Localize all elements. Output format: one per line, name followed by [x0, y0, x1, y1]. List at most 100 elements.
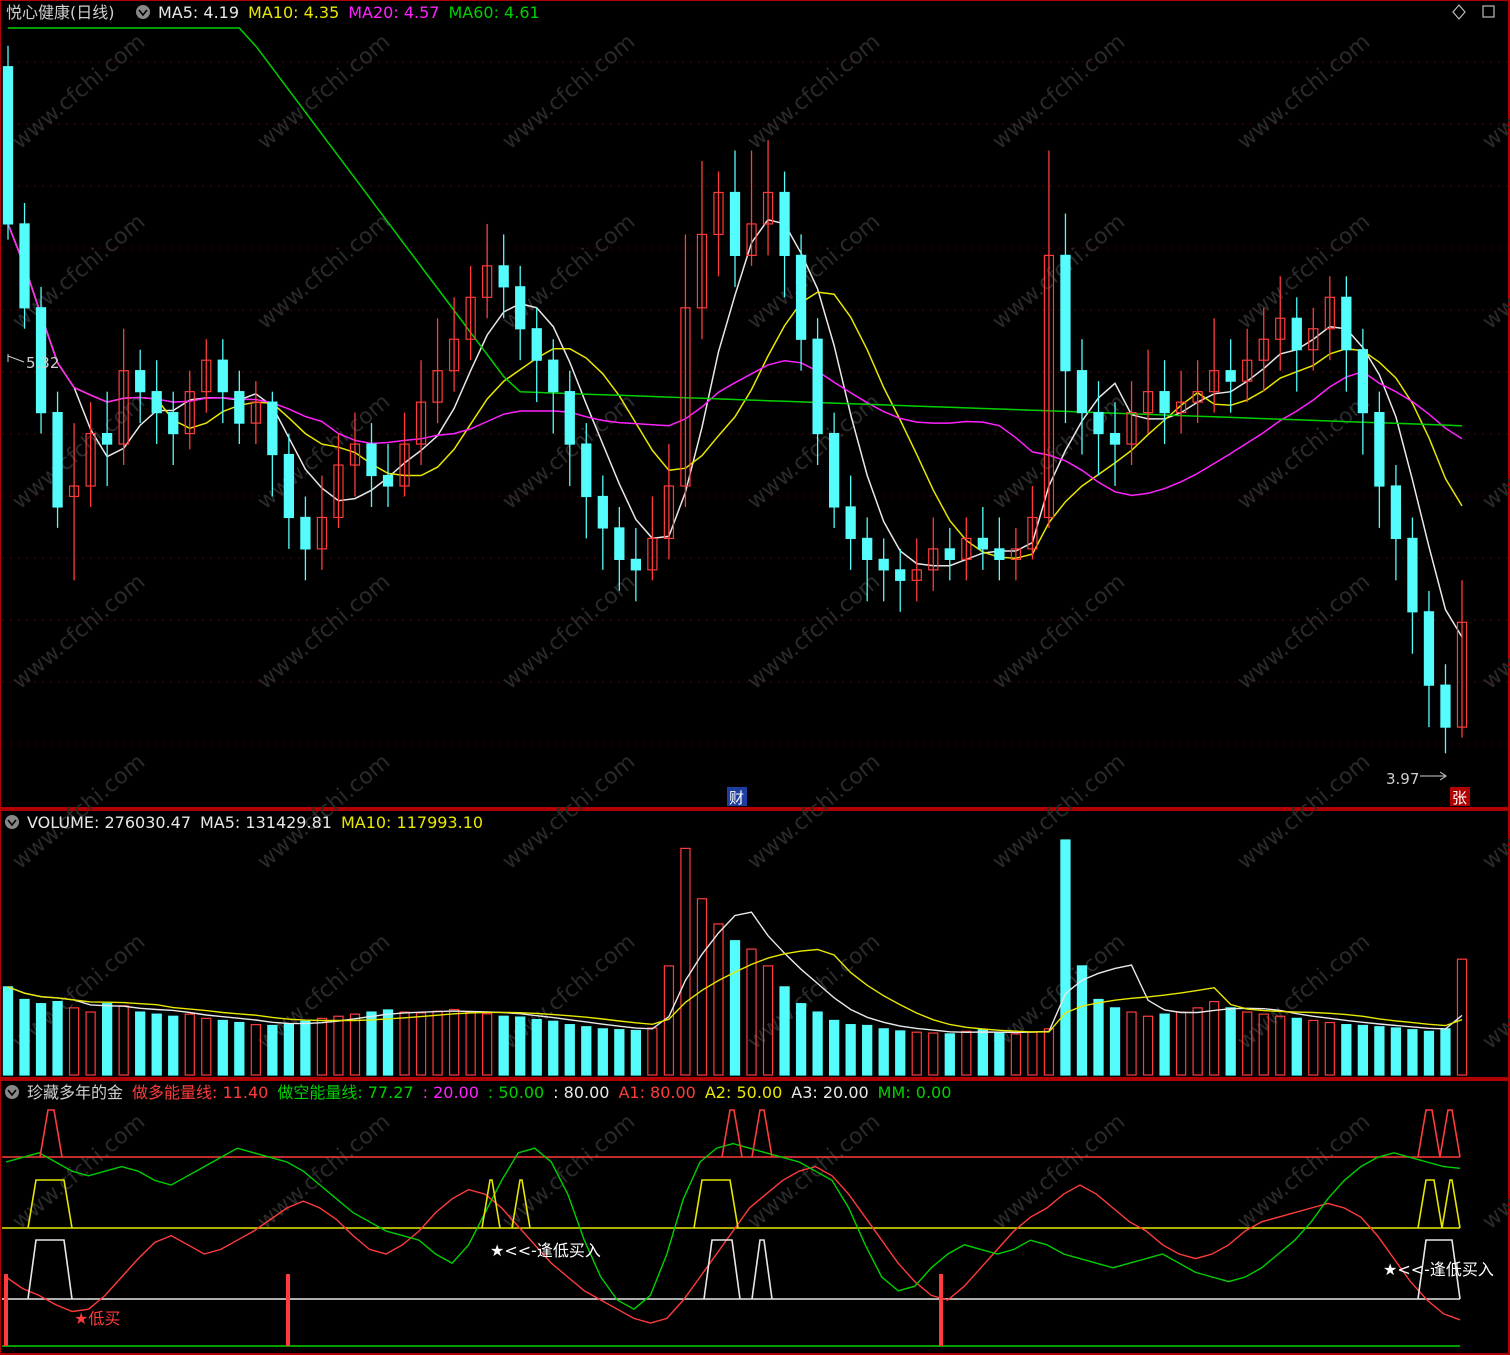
diamond-icon[interactable] — [1452, 4, 1466, 20]
watermark-text: www.cfchi.com — [743, 29, 885, 154]
stock-title: 悦心健康(日线) — [6, 3, 115, 22]
volume-toggle-icon[interactable] — [5, 815, 19, 829]
candle-body — [845, 506, 856, 540]
volume-bar — [961, 1030, 972, 1076]
watermark-text: www.cfchi.com — [1233, 569, 1375, 694]
candle-body — [1357, 349, 1369, 414]
watermark-text: www.cfchi.com — [253, 749, 395, 874]
volume-bar — [118, 1005, 129, 1076]
candle-body — [234, 391, 245, 424]
a3-signal — [703, 1239, 741, 1300]
mm-buy-bar — [4, 1274, 8, 1346]
a1-signal — [39, 1109, 63, 1158]
candle-body — [630, 558, 642, 571]
candle-body — [382, 474, 394, 487]
volume-bar — [1374, 1026, 1385, 1076]
legend-item-1: MA5: 131429.81 — [200, 813, 332, 832]
candle-body — [135, 370, 146, 393]
volume-bar — [168, 1015, 179, 1076]
volume-bar — [366, 1011, 377, 1076]
volume-bar — [1456, 958, 1468, 1076]
candle-body — [300, 516, 311, 550]
volume-bar — [300, 1020, 311, 1076]
watermark-text: www.cfchi.com — [253, 209, 395, 334]
volume-bar — [630, 1029, 642, 1076]
legend-item-0: MA5: 4.19 — [158, 3, 239, 22]
volume-bar — [1126, 1011, 1137, 1076]
indicator-legend: 珍藏多年的金 做多能量线: 11.40 做空能量线: 77.27: 20.00: 5… — [27, 1083, 951, 1102]
volume-bar — [201, 1017, 212, 1076]
volume-bar — [564, 1024, 575, 1076]
a3-signal — [27, 1239, 73, 1300]
volume-bar — [217, 1019, 228, 1076]
candle-body — [366, 443, 377, 477]
watermark-text: www.cfchi.com — [988, 749, 1130, 874]
candle-body — [895, 569, 906, 581]
volume-bar — [1142, 1015, 1154, 1076]
high-price-label: 5.32 — [26, 354, 59, 372]
low-buy-annotation: ★低买 — [74, 1309, 120, 1328]
legend-item-0: VOLUME: 276030.47 — [27, 813, 191, 832]
volume-bar — [548, 1020, 559, 1076]
square-icon[interactable] — [1482, 5, 1495, 18]
candle-body — [1407, 537, 1418, 613]
volume-bar — [1060, 839, 1071, 1076]
watermark-text: www.cfchi.com — [988, 209, 1130, 334]
candle-body — [19, 223, 30, 309]
volume-bar — [581, 1026, 592, 1076]
watermark-text: www.cfchi.com — [743, 569, 885, 694]
candle-body — [1159, 391, 1170, 414]
candle-body — [581, 443, 592, 498]
a3-signal — [751, 1239, 773, 1300]
candle-body — [977, 537, 988, 550]
volume-bar — [68, 1007, 80, 1076]
volume-bar — [1209, 1000, 1220, 1076]
candle-body — [52, 412, 63, 508]
chart-stage: www.cfchi.com www.cfchi.com www.cfchi.com w… — [0, 0, 1510, 1355]
price-moving-averages — [7, 27, 1463, 638]
candle-body — [795, 254, 807, 340]
legend-item-1: MA10: 4.35 — [248, 3, 339, 22]
watermark-text: www.cfchi.com — [1233, 29, 1375, 154]
settings-toggle-icon[interactable] — [136, 5, 150, 19]
volume-bar — [432, 1010, 443, 1076]
indicator-toggle-icon[interactable] — [5, 1085, 19, 1099]
volume-bar — [994, 1032, 1005, 1076]
watermark-text: www.cfchi.com — [8, 569, 150, 694]
volume-bar — [52, 1000, 63, 1076]
candle-body — [1440, 684, 1451, 728]
volume-bar — [1291, 1017, 1302, 1076]
candle-body — [1076, 370, 1088, 414]
volume-bar — [977, 1029, 988, 1076]
zhang-badge[interactable]: 张 — [1450, 787, 1470, 807]
candle-body — [1060, 254, 1071, 372]
volume-bar — [283, 1023, 295, 1076]
volume-bar — [498, 1015, 509, 1076]
candle-body — [2, 66, 14, 225]
watermark-text: www.cfchi.com — [1478, 929, 1510, 1054]
volume-bar — [1159, 1013, 1170, 1076]
candle-body — [779, 191, 790, 256]
cai-badge[interactable]: 财 — [727, 787, 747, 807]
watermark-text: www.cfchi.com — [1233, 929, 1375, 1054]
volume-bar — [316, 1017, 328, 1076]
volume-bar — [267, 1024, 278, 1076]
watermark-text: www.cfchi.com — [253, 569, 395, 694]
watermark-text: www.cfchi.com — [1478, 29, 1510, 154]
candle-body — [548, 359, 559, 393]
candle-body — [812, 338, 823, 435]
watermark-text: www.cfchi.com — [498, 29, 640, 154]
watermark-text: www.cfchi.com — [1478, 209, 1510, 334]
volume-bar — [1423, 1030, 1435, 1076]
candle-body — [1423, 611, 1435, 686]
watermark-text: www.cfchi.com — [1233, 389, 1375, 514]
candle-body — [498, 265, 509, 288]
volume-bar — [2, 986, 14, 1076]
watermark-text: www.cfchi.com — [498, 749, 640, 874]
volume-bar — [135, 1011, 146, 1076]
legend-item-5: : 80.00 — [553, 1083, 609, 1102]
volume-bar — [729, 940, 741, 1076]
candle-body — [564, 391, 575, 445]
watermark-text: www.cfchi.com — [1233, 209, 1375, 334]
watermark-text: www.cfchi.com — [743, 209, 885, 334]
